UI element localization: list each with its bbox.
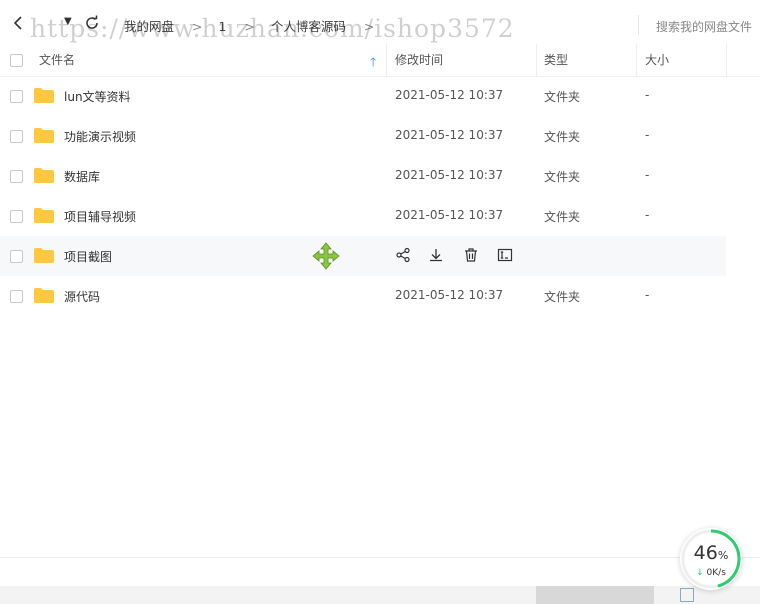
file-row-hovered[interactable]: 项目截图 (0, 236, 726, 276)
row-checkbox[interactable] (10, 250, 23, 263)
row-checkbox[interactable] (10, 130, 23, 143)
speed-widget[interactable]: 46% ↓ 0K/s (680, 528, 742, 590)
file-row[interactable]: 功能演示视频 2021-05-12 10:37 文件夹 - (0, 116, 726, 156)
file-size: - (645, 128, 650, 142)
folder-icon (34, 288, 54, 303)
file-row[interactable]: 项目辅导视频 2021-05-12 10:37 文件夹 - (0, 196, 726, 236)
speed-rate: ↓ 0K/s (696, 568, 726, 578)
folder-icon (34, 88, 54, 103)
breadcrumb-separator: > (244, 19, 255, 34)
column-divider (636, 44, 637, 76)
file-type: 文件夹 (544, 130, 581, 144)
tray-icon[interactable] (680, 588, 694, 602)
speed-percent: 46% (693, 542, 729, 564)
search-input[interactable]: 搜索我的网盘文件 (656, 18, 752, 35)
file-name[interactable]: 项目辅导视频 (64, 208, 136, 225)
breadcrumb-item-my-drive[interactable]: 我的网盘 (124, 16, 174, 35)
delete-icon[interactable] (463, 247, 479, 263)
file-name[interactable]: 功能演示视频 (64, 128, 136, 145)
share-icon[interactable] (395, 247, 411, 263)
file-modified: 2021-05-12 10:37 (395, 208, 504, 222)
column-divider (386, 44, 387, 76)
caret-down-icon[interactable]: ▼ (64, 16, 72, 27)
file-modified: 2021-05-12 10:37 (395, 168, 504, 182)
rename-icon[interactable] (497, 247, 513, 263)
file-list-header: 文件名 🡑 修改时间 类型 大小 (0, 44, 760, 77)
folder-icon (34, 168, 54, 183)
folder-icon (34, 248, 54, 263)
footer-divider (0, 557, 760, 558)
column-header-size[interactable]: 大小 (645, 44, 669, 76)
file-name[interactable]: 源代码 (64, 288, 100, 305)
file-type: 文件夹 (544, 170, 581, 184)
file-modified: 2021-05-12 10:37 (395, 128, 504, 142)
toolbar: ▼ 我的网盘 > 1 > 个人博客源码 > 搜索我的网盘文件 (0, 0, 760, 44)
folder-icon (34, 128, 54, 143)
column-header-modified[interactable]: 修改时间 (395, 44, 443, 76)
breadcrumb: 我的网盘 > 1 > 个人博客源码 > (124, 16, 386, 35)
file-name[interactable]: lun文等资料 (64, 88, 131, 105)
file-name[interactable]: 项目截图 (64, 248, 112, 265)
file-size: - (645, 88, 650, 102)
arrow-up-icon[interactable]: 🡑 (370, 53, 376, 74)
column-divider (726, 44, 727, 76)
folder-icon (34, 208, 54, 223)
move-cursor-icon (312, 242, 340, 270)
column-header-type[interactable]: 类型 (544, 44, 568, 76)
row-checkbox[interactable] (10, 210, 23, 223)
file-row[interactable]: lun文等资料 2021-05-12 10:37 文件夹 - (0, 76, 726, 116)
file-name[interactable]: 数据库 (64, 168, 100, 185)
breadcrumb-separator: > (192, 19, 203, 34)
refresh-icon[interactable] (84, 15, 100, 31)
row-checkbox[interactable] (10, 90, 23, 103)
column-divider (536, 44, 537, 76)
file-type: 文件夹 (544, 90, 581, 104)
chevron-left-icon[interactable] (10, 14, 28, 32)
download-icon[interactable] (428, 247, 444, 263)
breadcrumb-separator: > (363, 19, 375, 34)
taskbar-item[interactable] (536, 586, 654, 604)
toolbar-divider (638, 15, 639, 35)
down-arrow-icon: ↓ (696, 568, 704, 578)
row-checkbox[interactable] (10, 290, 23, 303)
select-all-checkbox[interactable] (10, 54, 23, 67)
file-modified: 2021-05-12 10:37 (395, 88, 504, 102)
taskbar (0, 586, 760, 604)
file-size: - (645, 168, 650, 182)
file-type: 文件夹 (544, 290, 581, 304)
file-row[interactable]: 源代码 2021-05-12 10:37 文件夹 - (0, 276, 726, 316)
file-size: - (645, 288, 650, 302)
breadcrumb-item-current[interactable]: 个人博客源码 (271, 16, 346, 35)
column-header-name[interactable]: 文件名 (39, 44, 75, 76)
file-type: 文件夹 (544, 210, 581, 224)
file-row[interactable]: 数据库 2021-05-12 10:37 文件夹 - (0, 156, 726, 196)
breadcrumb-item-1[interactable]: 1 (218, 19, 226, 34)
file-size: - (645, 208, 650, 222)
file-modified: 2021-05-12 10:37 (395, 288, 504, 302)
row-checkbox[interactable] (10, 170, 23, 183)
